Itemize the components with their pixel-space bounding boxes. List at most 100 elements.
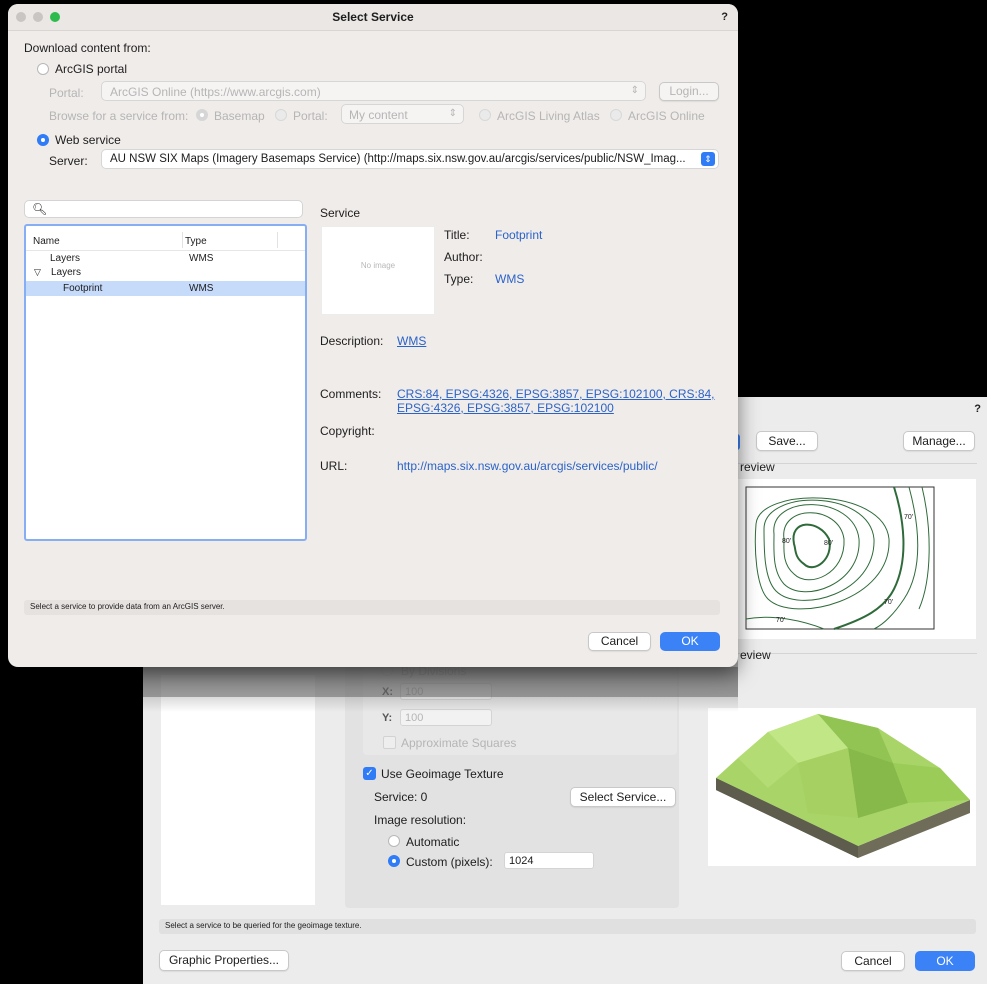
front-status-bar: Select a service to provide data from an…: [24, 600, 720, 615]
approx-squares-label: Approximate Squares: [401, 736, 517, 750]
search-input[interactable]: 🔍︎: [24, 200, 303, 218]
back-help-button[interactable]: ?: [974, 403, 981, 415]
download-label: Download content from:: [24, 41, 151, 55]
back-left-list[interactable]: [161, 675, 315, 905]
manage-button[interactable]: Manage...: [903, 431, 975, 451]
back-ok-button[interactable]: OK: [915, 951, 975, 971]
basemap-radio[interactable]: [196, 109, 208, 121]
title-label: Title:: [444, 228, 470, 242]
cancel-button[interactable]: Cancel: [588, 632, 651, 651]
service-section-title: Service: [320, 206, 361, 220]
portal-label: Portal:: [49, 86, 84, 100]
my-content-value: My content: [349, 108, 408, 122]
preview-label-1: review: [740, 460, 775, 474]
contour-label: 80': [824, 540, 833, 547]
tree-row-name: Layers: [50, 253, 81, 264]
service-count-label: Service: 0: [374, 790, 428, 804]
select-service-dialog: Select Service ? Download content from: …: [8, 4, 738, 667]
custom-label: Custom (pixels):: [406, 855, 493, 869]
browse-label: Browse for a service from:: [49, 109, 189, 123]
living-atlas-radio[interactable]: [479, 109, 491, 121]
contour-label: 70': [904, 514, 913, 521]
geoimage-checkbox[interactable]: ✓: [363, 767, 376, 780]
comments-label: Comments:: [320, 387, 382, 401]
terrain-preview: [708, 708, 976, 866]
tree-row-type: WMS: [189, 253, 214, 264]
arcgis-online-radio[interactable]: [610, 109, 622, 121]
basemap-label: Basemap: [214, 109, 265, 123]
url-value[interactable]: http://maps.six.nsw.gov.au/arcgis/servic…: [397, 459, 658, 473]
type-label: Type:: [444, 272, 474, 286]
living-atlas-label: ArcGIS Living Atlas: [497, 109, 600, 123]
description-label: Description:: [320, 334, 384, 348]
graphic-properties-label: Graphic Properties...: [168, 953, 280, 967]
image-resolution-label: Image resolution:: [374, 813, 467, 827]
web-service-label: Web service: [55, 133, 121, 147]
y-field[interactable]: 100: [400, 709, 492, 726]
service-tree[interactable]: Name Type Layers WMS ▽ Layers Footprint …: [24, 224, 307, 541]
geoimage-label: Use Geoimage Texture: [381, 767, 504, 781]
ok-button[interactable]: OK: [660, 632, 720, 651]
custom-pixels-value: 1024: [509, 855, 534, 867]
server-select[interactable]: AU NSW SIX Maps (Imagery Basemaps Servic…: [101, 149, 719, 169]
tree-row-name: Layers: [51, 267, 82, 278]
column-divider: [182, 232, 183, 248]
approx-squares-checkbox[interactable]: [383, 736, 396, 749]
login-button[interactable]: Login...: [659, 82, 719, 101]
search-icon: 🔍︎: [32, 202, 48, 216]
graphic-properties-button[interactable]: Graphic Properties...: [159, 950, 289, 971]
arcgis-portal-label: ArcGIS portal: [55, 62, 128, 76]
title-value: Footprint: [495, 228, 543, 242]
contour-map-image: 70' 80' 80' 70' 70': [745, 486, 935, 630]
portal-radio[interactable]: [275, 109, 287, 121]
column-header-name[interactable]: Name: [33, 236, 60, 247]
my-content-select[interactable]: My content ⇕: [341, 104, 464, 124]
arcgis-portal-radio[interactable]: [37, 63, 49, 75]
no-image-text: No image: [360, 261, 396, 270]
server-label: Server:: [49, 154, 88, 168]
column-header-type[interactable]: Type: [185, 236, 207, 247]
tree-row[interactable]: Layers WMS: [26, 252, 305, 266]
portal-select-value: ArcGIS Online (https://www.arcgis.com): [110, 85, 321, 99]
back-cancel-button[interactable]: Cancel: [841, 951, 905, 971]
arcgis-online-label: ArcGIS Online: [628, 109, 705, 123]
tree-row-selected[interactable]: Footprint WMS: [26, 281, 305, 296]
manage-button-label: Manage...: [912, 434, 966, 448]
select-service-button[interactable]: Select Service...: [570, 787, 676, 807]
contour-label: 70': [884, 599, 893, 606]
help-button[interactable]: ?: [721, 11, 728, 23]
portal-radio-label: Portal:: [293, 109, 328, 123]
description-link[interactable]: WMS: [397, 334, 426, 348]
comments-link[interactable]: CRS:84, EPSG:4326, EPSG:3857, EPSG:10210…: [397, 387, 717, 415]
contour-label: 70': [776, 617, 785, 624]
back-ok-label: OK: [936, 954, 954, 968]
dialog-title: Select Service: [332, 10, 414, 24]
header-divider: [26, 250, 305, 251]
disclosure-triangle-icon[interactable]: ▽: [34, 267, 41, 278]
back-status-text: Select a service to be queried for the g…: [165, 921, 362, 930]
custom-radio[interactable]: [388, 855, 400, 867]
author-label: Author:: [444, 250, 483, 264]
contour-label: 80': [782, 538, 791, 545]
back-status-bar: Select a service to be queried for the g…: [159, 919, 976, 934]
automatic-label: Automatic: [406, 835, 460, 849]
web-service-radio[interactable]: [37, 134, 49, 146]
custom-pixels-field[interactable]: 1024: [504, 852, 594, 869]
x-field[interactable]: 100: [400, 683, 492, 700]
chevron-updown-icon: ⇕: [630, 85, 639, 96]
front-status-text: Select a service to provide data from an…: [30, 602, 225, 611]
y-field-value: 100: [405, 712, 424, 724]
tree-row[interactable]: ▽ Layers: [26, 266, 305, 280]
back-cancel-label: Cancel: [854, 954, 892, 968]
save-button[interactable]: Save...: [756, 431, 818, 451]
ok-button-label: OK: [681, 634, 699, 648]
chevron-updown-icon: ⇕: [701, 152, 715, 166]
search-input-field[interactable]: [49, 202, 301, 218]
terrain-3d-image: [716, 714, 970, 858]
tree-row-name: Footprint: [63, 283, 103, 294]
title-bar: Select Service ?: [8, 4, 738, 31]
portal-select[interactable]: ArcGIS Online (https://www.arcgis.com) ⇕: [101, 81, 646, 101]
login-button-label: Login...: [669, 84, 709, 98]
contour-preview: 70' 80' 80' 70' 70': [734, 479, 976, 639]
automatic-radio[interactable]: [388, 835, 400, 847]
